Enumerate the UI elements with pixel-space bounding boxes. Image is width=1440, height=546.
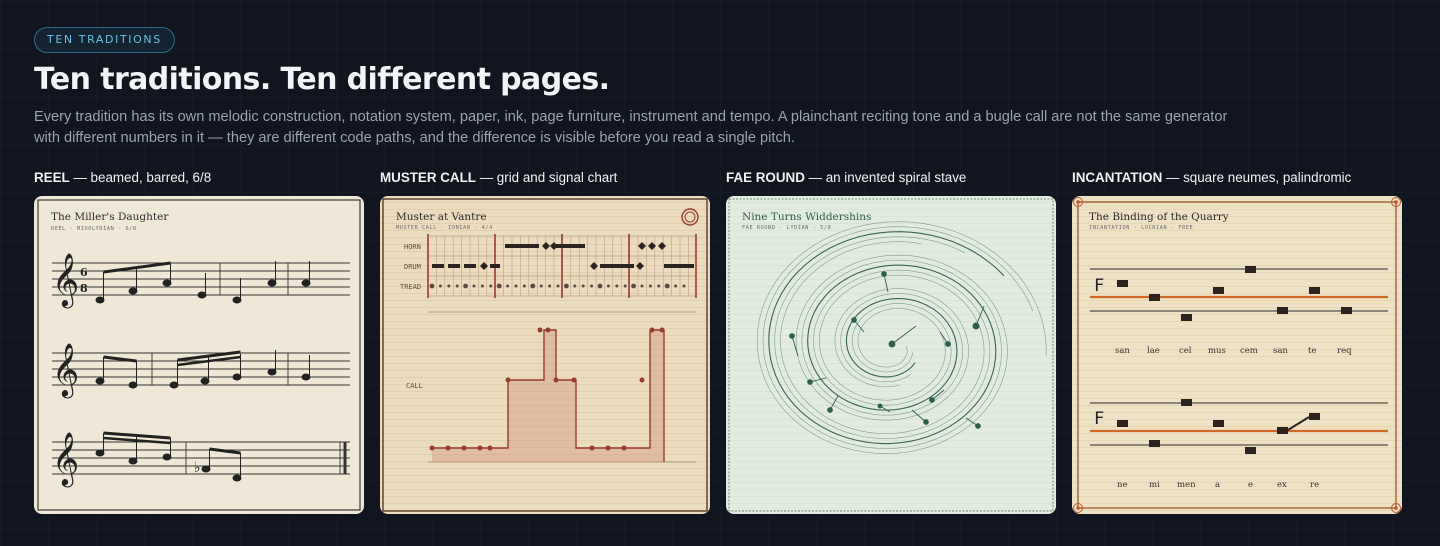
fae-round-preview[interactable]: Nine Turns Widdershins FAE ROUND · LYDIA… <box>726 196 1056 514</box>
piece-title: The Miller's Daughter <box>51 211 169 223</box>
muster-call-preview[interactable]: Muster at Vantre MUSTER CALL · IONIAN · … <box>380 196 710 514</box>
notes-system-1 <box>95 261 311 304</box>
svg-text:te: te <box>1308 346 1316 356</box>
card-heading: FAE ROUND — an invented spiral stave <box>726 170 967 185</box>
treble-clef-icon: 𝄞 <box>52 342 79 398</box>
treble-clef-icon: 𝄞 <box>52 252 79 308</box>
piece-meta: INCANTATION · LOCRIAN · FREE <box>1089 225 1193 231</box>
svg-text:♭: ♭ <box>194 460 201 476</box>
piece-title: Muster at Vantre <box>396 211 487 223</box>
svg-text:re: re <box>1310 480 1319 490</box>
svg-text:san: san <box>1273 346 1288 356</box>
staff-system-3 <box>52 441 350 475</box>
treble-clef-icon: 𝄞 <box>52 431 79 487</box>
piece-meta: FAE ROUND · LYDIAN · 5/8 <box>742 225 831 231</box>
card-heading: REEL — beamed, barred, 6/8 <box>34 170 212 185</box>
staff-system-1 <box>52 262 350 296</box>
piece-meta: REEL · MIXOLYDIAN · 6/8 <box>51 226 137 232</box>
svg-text:ne: ne <box>1117 480 1128 490</box>
piece-title: The Binding of the Quarry <box>1089 211 1229 223</box>
time-signature-bottom: 8 <box>80 282 88 295</box>
svg-text:lae: lae <box>1147 346 1160 356</box>
svg-text:mus: mus <box>1208 346 1226 356</box>
card-fae-round[interactable]: FAE ROUND — an invented spiral stave Nin… <box>726 170 1058 514</box>
svg-text:cel: cel <box>1179 346 1192 356</box>
page-title: Ten traditions. Ten different pages. <box>34 62 610 97</box>
f-clef-icon: F <box>1094 276 1104 296</box>
chart-label-call: CALL <box>406 382 423 390</box>
svg-text:ex: ex <box>1277 480 1287 490</box>
incantation-preview[interactable]: The Binding of the Quarry INCANTATION · … <box>1072 196 1402 514</box>
piece-meta: MUSTER CALL · IONIAN · 4/4 <box>396 225 493 231</box>
svg-text:men: men <box>1177 480 1196 490</box>
svg-text:san: san <box>1115 346 1130 356</box>
row-label-horn: HORN <box>404 243 421 251</box>
card-reel[interactable]: REEL — beamed, barred, 6/8 The Miller's … <box>34 170 366 514</box>
svg-text:e: e <box>1248 480 1253 490</box>
time-signature-top: 6 <box>80 266 88 279</box>
card-muster-call[interactable]: MUSTER CALL — grid and signal chart Must… <box>380 170 712 514</box>
row-label-drum: DRUM <box>404 263 421 271</box>
f-clef-icon: F <box>1094 409 1104 429</box>
svg-text:cem: cem <box>1240 346 1258 356</box>
row-label-tread: TREAD <box>400 283 421 291</box>
card-heading: MUSTER CALL — grid and signal chart <box>380 170 618 185</box>
page-description: Every tradition has its own melodic cons… <box>34 109 1228 146</box>
card-incantation[interactable]: INCANTATION — square neumes, palindromic… <box>1072 170 1404 514</box>
svg-text:a: a <box>1215 480 1220 490</box>
piece-title: Nine Turns Widdershins <box>742 211 871 223</box>
card-heading: INCANTATION — square neumes, palindromic <box>1072 170 1352 185</box>
section-badge: TEN TRADITIONS <box>34 27 175 53</box>
reel-score-preview[interactable]: The Miller's Daughter REEL · MIXOLYDIAN … <box>34 196 364 514</box>
svg-text:mi: mi <box>1149 480 1160 490</box>
svg-text:req: req <box>1337 346 1352 356</box>
